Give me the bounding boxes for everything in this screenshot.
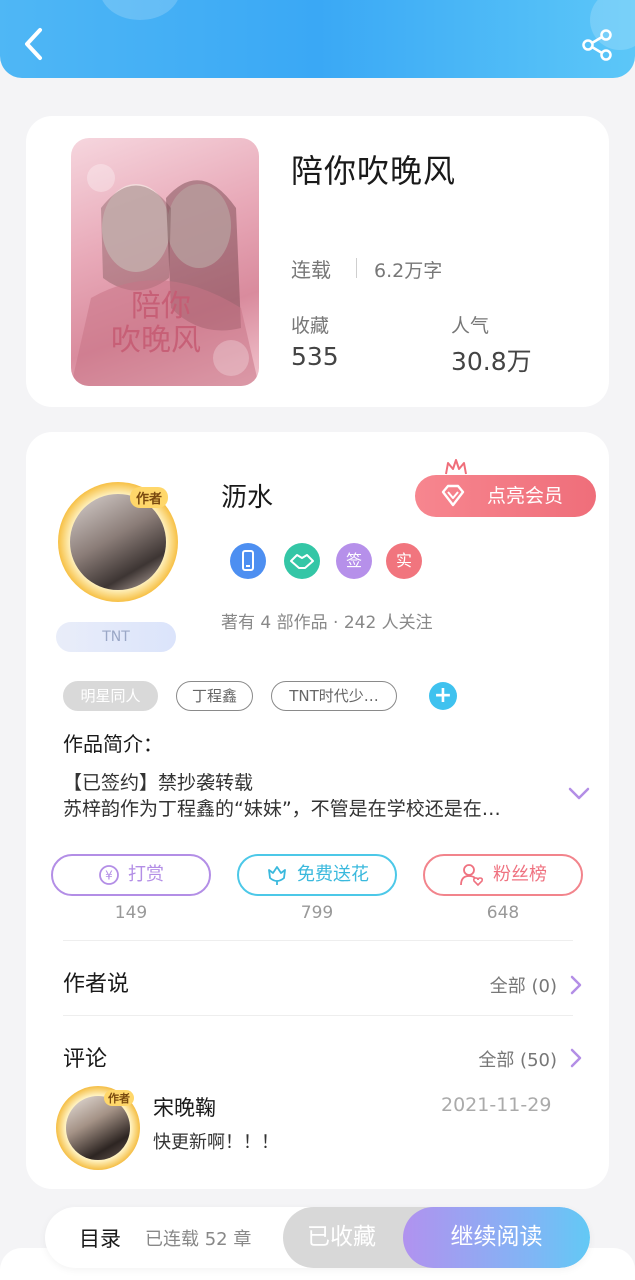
- add-tag-button[interactable]: +: [429, 682, 457, 710]
- flower-icon: [268, 866, 286, 885]
- book-status: 连载: [291, 258, 331, 282]
- send-flower-button-label: 免费送花: [297, 864, 369, 885]
- svg-text:陪你: 陪你: [131, 289, 191, 324]
- author-avatar[interactable]: 作者: [58, 482, 178, 602]
- author-says-title: 作者说: [63, 972, 130, 997]
- tip-button[interactable]: ¥ 打赏: [51, 854, 211, 896]
- comments-title: 评论: [63, 1047, 108, 1072]
- svg-text:¥: ¥: [105, 869, 113, 883]
- intro-line-1: 【已签约】禁抄袭转载: [63, 772, 254, 794]
- chevron-right-icon[interactable]: [569, 974, 583, 996]
- author-avatar-tag: 作者: [130, 487, 169, 508]
- comments-all-link[interactable]: 全部 (50): [478, 1046, 557, 1072]
- tip-count: 149: [114, 903, 148, 923]
- comment-text[interactable]: 快更新啊！！！: [153, 1128, 279, 1154]
- commenter-avatar-tag: 作者: [104, 1090, 134, 1106]
- meta-separator: [356, 258, 357, 278]
- diamond-icon: [441, 484, 465, 507]
- intro-line-2: 苏梓韵作为丁程鑫的“妹妹”，不管是在学校还是在…: [63, 798, 501, 820]
- handshake-badge-icon[interactable]: [284, 543, 320, 579]
- continue-reading-button[interactable]: 继续阅读: [403, 1207, 590, 1268]
- yuan-icon: ¥: [99, 865, 119, 885]
- expand-intro-icon[interactable]: [568, 787, 590, 801]
- table-of-contents-button[interactable]: 目录: [79, 1223, 121, 1253]
- vip-button-label: 点亮会员: [487, 485, 564, 507]
- chapter-count[interactable]: 已连载 52 章: [145, 1225, 251, 1251]
- commenter-avatar[interactable]: 作者: [56, 1086, 140, 1170]
- favorites-label: 收藏: [291, 315, 330, 337]
- commenter-name[interactable]: 宋晚鞠: [153, 1092, 216, 1122]
- book-cover-image[interactable]: 陪你 吹晚风: [71, 138, 259, 386]
- send-flower-button[interactable]: 免费送花: [237, 854, 397, 896]
- share-icon[interactable]: [581, 28, 613, 62]
- divider: [63, 940, 573, 941]
- popularity-label: 人气: [451, 315, 490, 337]
- verified-badge-icon[interactable]: 实: [386, 543, 422, 579]
- fan-group-badge[interactable]: TNT: [56, 622, 176, 652]
- author-stats: 著有 4 部作品 · 242 人关注: [221, 613, 433, 633]
- intro-title: 作品简介：: [63, 732, 163, 756]
- svg-text:吹晚风: 吹晚风: [111, 323, 201, 358]
- popularity-value: 30.8万: [451, 347, 532, 376]
- book-details-card: 作者 TNT 沥水 点亮会员 签 实 著有 4 部作品 · 242 人关注 明星…: [26, 432, 609, 1189]
- fan-ranking-button[interactable]: 粉丝榜: [423, 854, 583, 896]
- bottom-action-bar: 目录 已连载 52 章 已收藏 继续阅读: [45, 1207, 590, 1268]
- fan-ranking-button-label: 粉丝榜: [493, 864, 547, 885]
- vip-button[interactable]: 点亮会员: [415, 475, 596, 517]
- fan-ranking-count: 648: [486, 903, 520, 923]
- tag-character[interactable]: 丁程鑫: [176, 681, 253, 711]
- author-says-all-link[interactable]: 全部 (0): [490, 972, 557, 998]
- header-decoration: [100, 0, 180, 20]
- cover-illustration: 陪你 吹晚风: [71, 164, 259, 386]
- tag-category[interactable]: 明星同人: [63, 681, 158, 711]
- book-info-card: 陪你 吹晚风 陪你吹晚风 连载 6.2万字 收藏 535 人气 30.8万: [26, 116, 609, 407]
- author-name[interactable]: 沥水: [221, 477, 273, 514]
- divider: [63, 1015, 573, 1016]
- phone-badge-icon[interactable]: [230, 543, 266, 579]
- favorites-value: 535: [291, 342, 339, 371]
- back-icon[interactable]: [20, 26, 50, 62]
- handshake-glyph: [290, 554, 314, 569]
- comment-date: 2021-11-29: [441, 1094, 552, 1116]
- top-header: [0, 0, 635, 78]
- flower-count: 799: [300, 903, 334, 923]
- book-title: 陪你吹晚风: [291, 152, 457, 190]
- tip-button-label: 打赏: [128, 864, 164, 885]
- tag-group[interactable]: TNT时代少…: [271, 681, 397, 711]
- signed-badge-icon[interactable]: 签: [336, 543, 372, 579]
- chevron-right-icon[interactable]: [569, 1047, 583, 1069]
- book-word-count: 6.2万字: [374, 260, 443, 282]
- author-avatar-photo: [70, 494, 166, 590]
- fans-icon: [460, 864, 484, 887]
- phone-glyph: [242, 550, 254, 571]
